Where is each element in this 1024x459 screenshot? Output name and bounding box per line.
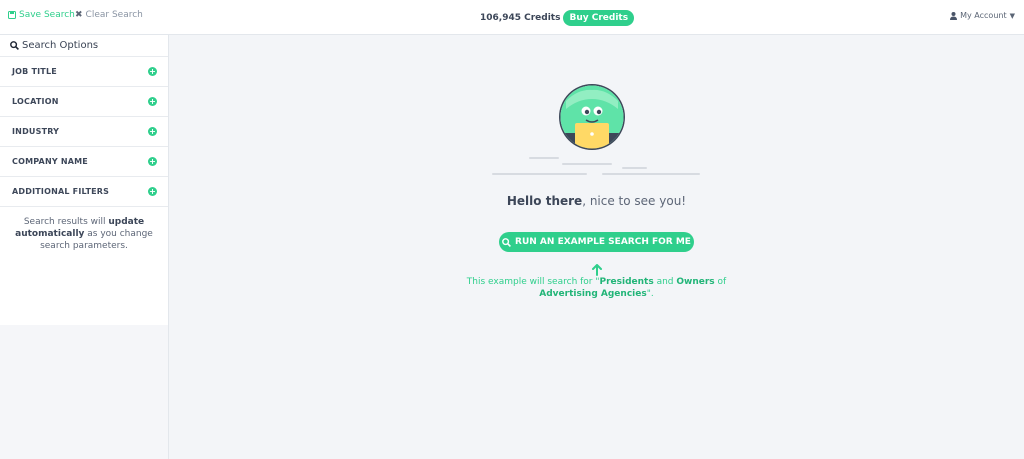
arrow-up-icon bbox=[592, 264, 602, 276]
example-text: of bbox=[714, 277, 727, 287]
filter-company-name[interactable]: COMPANY NAME + bbox=[0, 147, 168, 177]
filter-label: JOB TITLE bbox=[12, 67, 57, 76]
example-text: and bbox=[653, 277, 677, 287]
top-bar: Save Search ✖ Clear Search 106,945 Credi… bbox=[0, 0, 1024, 35]
hello-rest: , nice to see you! bbox=[582, 194, 687, 208]
example-bold: Advertising Agencies bbox=[539, 289, 647, 299]
save-search-button[interactable]: Save Search bbox=[8, 10, 75, 20]
my-account-menu[interactable]: My Account ▼ bbox=[950, 11, 1015, 20]
clear-search-button[interactable]: ✖ Clear Search bbox=[75, 10, 143, 20]
hello-bold: Hello there bbox=[506, 194, 583, 208]
filter-label: INDUSTRY bbox=[12, 127, 60, 136]
example-bold: Presidents bbox=[599, 277, 654, 287]
add-circle-icon[interactable]: + bbox=[148, 127, 157, 136]
close-icon: ✖ bbox=[75, 10, 83, 20]
credits-count: 106,945 Credits bbox=[480, 13, 561, 23]
caret-down-icon: ▼ bbox=[1009, 11, 1015, 20]
filter-label: LOCATION bbox=[12, 97, 59, 106]
clear-search-label: Clear Search bbox=[85, 10, 143, 20]
main-content: Hello there, nice to see you! RUN AN EXA… bbox=[170, 35, 1024, 459]
search-icon bbox=[502, 237, 511, 247]
run-example-label: RUN AN EXAMPLE SEARCH FOR ME bbox=[515, 237, 691, 247]
filter-additional-filters[interactable]: ADDITIONAL FILTERS + bbox=[0, 177, 168, 207]
filter-label: ADDITIONAL FILTERS bbox=[12, 187, 110, 196]
example-text: ". bbox=[646, 289, 654, 299]
save-icon bbox=[8, 11, 16, 19]
filter-job-title[interactable]: JOB TITLE + bbox=[0, 57, 168, 87]
run-example-search-button[interactable]: RUN AN EXAMPLE SEARCH FOR ME bbox=[499, 232, 694, 252]
buy-credits-button[interactable]: Buy Credits bbox=[563, 10, 635, 26]
filter-location[interactable]: LOCATION + bbox=[0, 87, 168, 117]
example-description: This example will search for "Presidents… bbox=[460, 276, 733, 300]
add-circle-icon[interactable]: + bbox=[148, 97, 157, 106]
auto-update-note: Search results will update automatically… bbox=[8, 216, 160, 252]
add-circle-icon[interactable]: + bbox=[148, 157, 157, 166]
hello-message: Hello there, nice to see you! bbox=[170, 194, 1023, 208]
search-options-title: Search Options bbox=[22, 40, 99, 51]
example-text: This example will search for " bbox=[466, 277, 600, 287]
sidebar-panel: Search Options JOB TITLE + LOCATION + IN… bbox=[0, 35, 168, 325]
search-icon bbox=[10, 41, 19, 50]
example-bold: Owners bbox=[676, 277, 715, 287]
add-circle-icon[interactable]: + bbox=[148, 67, 157, 76]
user-icon bbox=[950, 11, 958, 20]
credits-area: 106,945 Credits Buy Credits bbox=[480, 10, 635, 26]
my-account-label: My Account bbox=[960, 11, 1007, 20]
add-circle-icon[interactable]: + bbox=[148, 187, 157, 196]
sidebar: Search Options JOB TITLE + LOCATION + IN… bbox=[0, 35, 169, 459]
note-text: Search results will bbox=[23, 217, 109, 227]
filter-label: COMPANY NAME bbox=[12, 157, 88, 166]
filter-industry[interactable]: INDUSTRY + bbox=[0, 117, 168, 147]
search-options-header: Search Options bbox=[0, 35, 168, 57]
save-search-label: Save Search bbox=[19, 10, 75, 20]
avatar-illustration bbox=[559, 84, 625, 150]
